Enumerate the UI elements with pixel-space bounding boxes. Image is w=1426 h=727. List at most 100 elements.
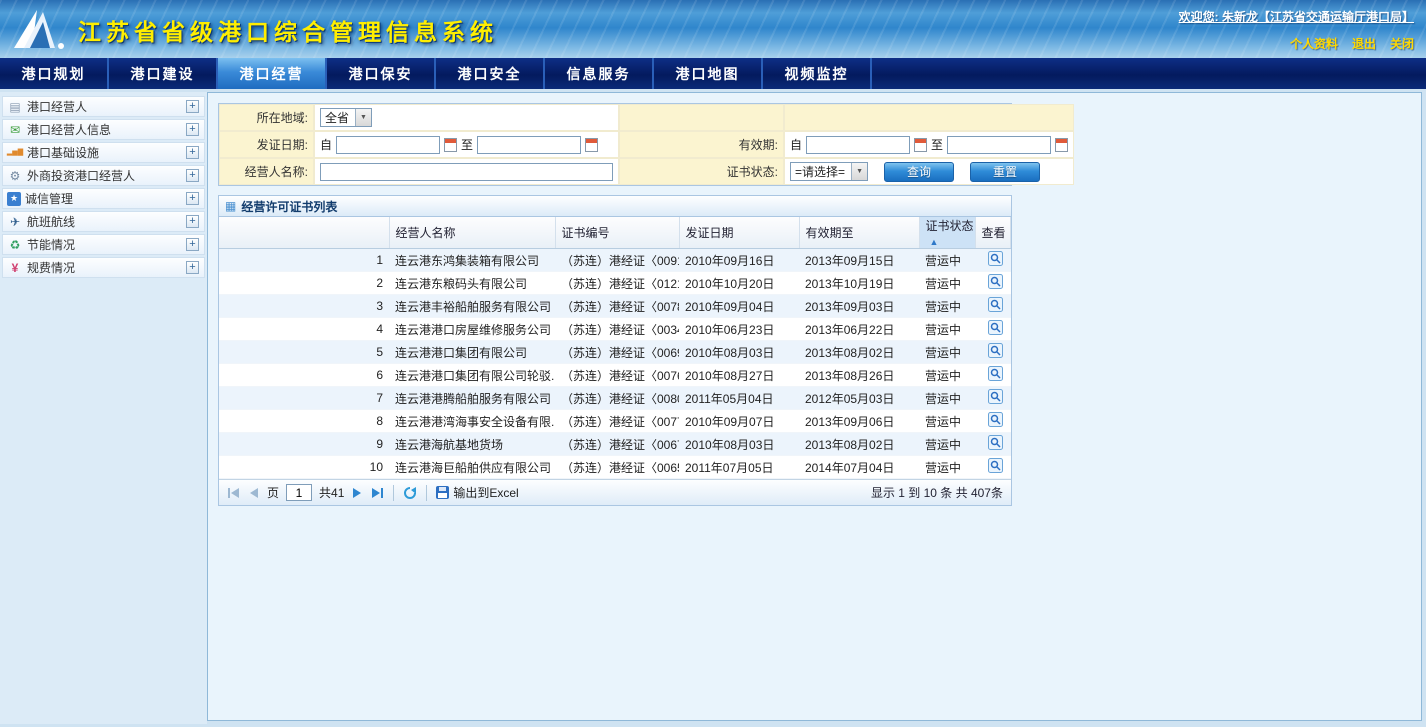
nav-tab[interactable]: 港口规划 — [0, 58, 109, 89]
calendar-icon[interactable] — [585, 138, 598, 152]
region-select[interactable]: 全省 ▼ — [320, 108, 372, 127]
sidebar-item[interactable]: 规费情况 + — [2, 257, 205, 278]
from-label: 自 — [320, 136, 332, 153]
top-link[interactable]: 关闭 — [1390, 35, 1414, 52]
view-icon[interactable] — [988, 412, 1003, 427]
sidebar-item[interactable]: 航班航线 + — [2, 211, 205, 232]
column-header[interactable]: 发证日期 — [679, 217, 799, 249]
cell-cert-number: （苏连）港经证〈0077〉号 — [555, 410, 679, 433]
cell-status: 营运中 — [919, 387, 975, 410]
view-icon[interactable] — [988, 458, 1003, 473]
region-label: 所在地域: — [219, 104, 314, 131]
validity-to-input[interactable] — [947, 136, 1051, 154]
cell-operator-name: 连云港港口集团有限公司轮驳... — [389, 364, 555, 387]
nav-tab[interactable]: 港口建设 — [109, 58, 218, 89]
main-panel: 所在地域: 全省 ▼ 发证日期: 自 至 有效期: 自 — [207, 92, 1422, 721]
cell-issue-date: 2010年08月03日 — [679, 341, 799, 364]
calendar-icon[interactable] — [444, 138, 457, 152]
expand-plus-button[interactable]: + — [186, 261, 199, 274]
column-header[interactable]: 经营人名称 — [389, 217, 555, 249]
view-icon[interactable] — [988, 389, 1003, 404]
cell-issue-date: 2010年09月07日 — [679, 410, 799, 433]
row-number: 1 — [219, 249, 389, 272]
sidebar-item-icon — [7, 122, 23, 137]
view-icon[interactable] — [988, 274, 1003, 289]
expand-plus-button[interactable]: + — [186, 100, 199, 113]
to-label: 至 — [461, 136, 473, 153]
sidebar-item[interactable]: 港口经营人 + — [2, 96, 205, 117]
expand-plus-button[interactable]: + — [186, 192, 199, 205]
column-header[interactable]: 查看 — [975, 217, 1011, 249]
export-excel-button[interactable]: 输出到Excel — [436, 484, 518, 501]
nav-tab[interactable]: 港口保安 — [327, 58, 436, 89]
query-button[interactable]: 查询 — [884, 162, 954, 182]
view-icon[interactable] — [988, 343, 1003, 358]
page-number-input[interactable] — [286, 484, 312, 501]
cell-valid-until: 2013年08月26日 — [799, 364, 919, 387]
issue-date-label: 发证日期: — [219, 131, 314, 158]
nav-tab[interactable]: 港口地图 — [654, 58, 763, 89]
view-icon[interactable] — [988, 435, 1003, 450]
validity-from-input[interactable] — [806, 136, 910, 154]
expand-plus-button[interactable]: + — [186, 123, 199, 136]
record-summary: 显示 1 到 10 条 共 407条 — [871, 484, 1003, 501]
cert-status-select[interactable]: =请选择= ▼ — [790, 162, 868, 181]
row-number: 9 — [219, 433, 389, 456]
cell-status: 营运中 — [919, 364, 975, 387]
expand-plus-button[interactable]: + — [186, 169, 199, 182]
column-header[interactable]: 有效期至 — [799, 217, 919, 249]
column-header[interactable]: 证书编号 — [555, 217, 679, 249]
cell-valid-until: 2013年09月06日 — [799, 410, 919, 433]
row-number: 3 — [219, 295, 389, 318]
view-icon[interactable] — [988, 366, 1003, 381]
top-link[interactable]: 个人资料 — [1290, 35, 1338, 52]
last-page-button[interactable] — [370, 487, 384, 499]
cell-valid-until: 2013年08月02日 — [799, 341, 919, 364]
prev-page-button[interactable] — [248, 487, 260, 499]
operator-name-input[interactable] — [320, 163, 613, 181]
cell-cert-number: （苏连）港经证〈0076〉号 — [555, 364, 679, 387]
table-row: 7 连云港港腾船舶服务有限公司 （苏连）港经证〈0080〉号 2011年05月0… — [219, 387, 1011, 410]
view-icon[interactable] — [988, 297, 1003, 312]
cell-status: 营运中 — [919, 318, 975, 341]
nav-tab[interactable]: 港口经营 — [218, 58, 327, 89]
sort-arrow-icon: ▲ — [930, 237, 939, 247]
expand-plus-button[interactable]: + — [186, 146, 199, 159]
sidebar-item-icon — [7, 168, 23, 183]
cell-operator-name: 连云港港口房屋维修服务公司 — [389, 318, 555, 341]
top-link[interactable]: 退出 — [1352, 35, 1376, 52]
license-list-section: ▦ 经营许可证书列表 经营人名称 证书编号 — [218, 195, 1012, 506]
view-icon[interactable] — [988, 320, 1003, 335]
sidebar: 港口经营人 + 港口经营人信息 + 港口基础设施 + 外商投资港口经营人 + — [0, 92, 207, 724]
next-page-button[interactable] — [351, 487, 363, 499]
sidebar-item[interactable]: 港口基础设施 + — [2, 142, 205, 163]
sidebar-item[interactable]: 诚信管理 + — [2, 188, 205, 209]
calendar-icon[interactable] — [1055, 138, 1068, 152]
sidebar-item[interactable]: 外商投资港口经营人 + — [2, 165, 205, 186]
refresh-icon[interactable] — [403, 486, 417, 500]
cell-valid-until: 2012年05月03日 — [799, 387, 919, 410]
nav-tab[interactable]: 视频监控 — [763, 58, 872, 89]
sidebar-item-label: 港口经营人 — [27, 98, 186, 115]
row-number: 4 — [219, 318, 389, 341]
cell-operator-name: 连云港海巨船舶供应有限公司 — [389, 456, 555, 479]
first-page-button[interactable] — [227, 487, 241, 499]
issue-date-from-input[interactable] — [336, 136, 440, 154]
reset-button[interactable]: 重置 — [970, 162, 1040, 182]
calendar-icon[interactable] — [914, 138, 927, 152]
nav-tab[interactable]: 港口安全 — [436, 58, 545, 89]
page-label: 页 — [267, 484, 279, 501]
nav-tab[interactable]: 信息服务 — [545, 58, 654, 89]
column-header[interactable] — [219, 217, 389, 249]
expand-plus-button[interactable]: + — [186, 215, 199, 228]
app-logo-icon — [10, 6, 68, 55]
expand-plus-button[interactable]: + — [186, 238, 199, 251]
column-header[interactable]: 证书状态▲ — [919, 217, 975, 249]
sidebar-item[interactable]: 港口经营人信息 + — [2, 119, 205, 140]
cell-issue-date: 2010年09月04日 — [679, 295, 799, 318]
sidebar-item[interactable]: 节能情况 + — [2, 234, 205, 255]
issue-date-to-input[interactable] — [477, 136, 581, 154]
sidebar-item-label: 航班航线 — [27, 213, 186, 230]
validity-label: 有效期: — [619, 131, 784, 158]
view-icon[interactable] — [988, 251, 1003, 266]
